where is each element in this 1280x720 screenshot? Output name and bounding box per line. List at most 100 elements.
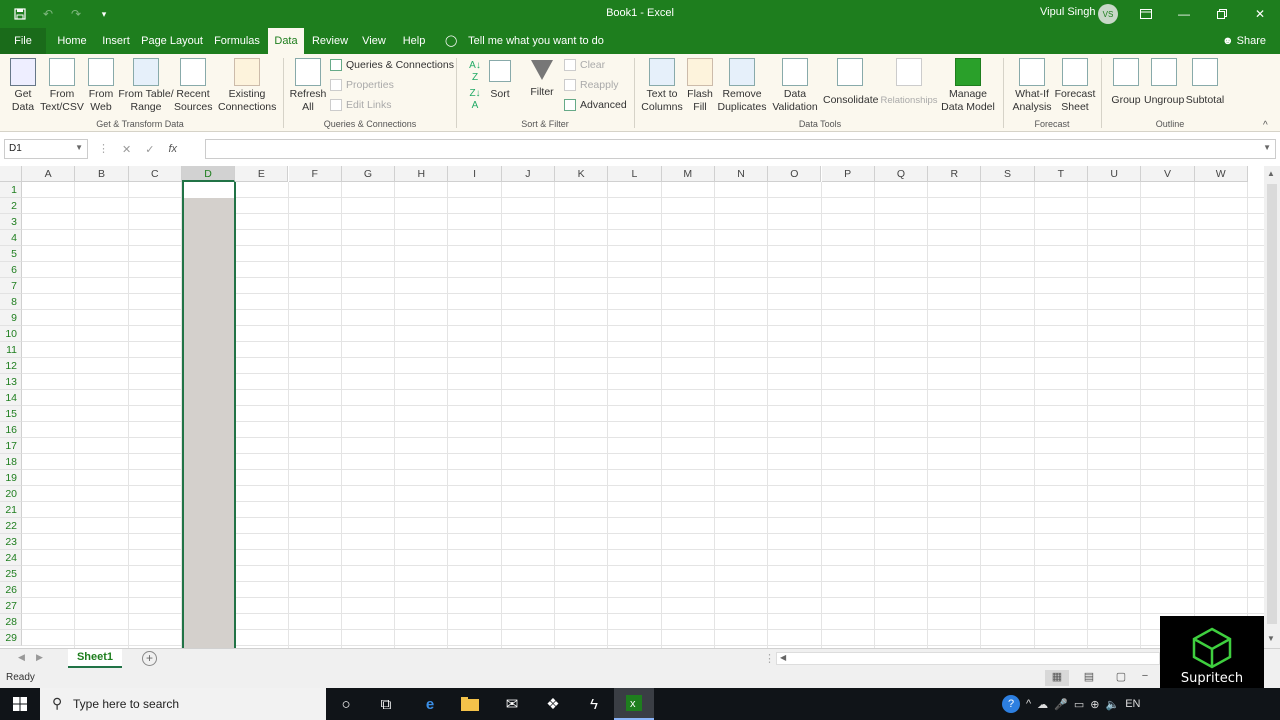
advanced-button[interactable]: Advanced [564,96,627,114]
windows-start-icon[interactable] [0,688,40,720]
collapse-ribbon-icon[interactable]: ^ [1263,120,1268,131]
normal-view-icon[interactable]: ▦ [1045,670,1069,686]
tab-data[interactable]: Data [268,28,304,54]
column-header-u[interactable]: U [1088,166,1142,182]
row-header-14[interactable]: 14 [0,390,22,406]
column-header-a[interactable]: A [22,166,76,182]
reapply-button[interactable]: Reapply [564,76,619,94]
column-header-w[interactable]: W [1194,166,1248,182]
row-header-26[interactable]: 26 [0,582,22,598]
sort-za-icon[interactable]: Z↓ A [465,88,485,112]
page-break-view-icon[interactable]: ▢ [1109,670,1133,686]
vertical-scrollbar[interactable]: ▲ ▼ [1264,166,1280,648]
prev-sheet-icon[interactable]: ◀ [18,652,25,663]
select-all-button[interactable] [0,166,22,182]
insert-function-icon[interactable]: fx [168,143,177,155]
row-header-23[interactable]: 23 [0,534,22,550]
microphone-icon[interactable]: 🎤 [1054,698,1068,711]
from-web-button[interactable]: From Web [86,54,116,114]
data-validation-button[interactable]: Data Validation [768,54,822,114]
row-header-3[interactable]: 3 [0,214,22,230]
column-header-j[interactable]: J [501,166,555,182]
flash-fill-button[interactable]: Flash Fill [686,54,714,114]
show-hidden-icons-icon[interactable]: ^ [1026,698,1031,710]
row-header-19[interactable]: 19 [0,470,22,486]
row-header-6[interactable]: 6 [0,262,22,278]
sort-az-icon[interactable]: A↓ Z [465,60,485,84]
column-header-n[interactable]: N [714,166,769,182]
scroll-up-icon[interactable]: ▲ [1267,169,1275,178]
excel-taskbar-icon[interactable]: x [614,688,654,720]
row-header-12[interactable]: 12 [0,358,22,374]
tell-me-search[interactable]: ◯ Tell me what you want to do [445,28,604,54]
tab-insert[interactable]: Insert [98,28,134,54]
cancel-icon[interactable]: ✕ [122,143,131,156]
properties-button[interactable]: Properties [330,76,394,94]
sort-button[interactable]: Sort [486,54,514,101]
expand-formula-bar-icon[interactable]: ▼ [1263,143,1271,152]
task-view-icon[interactable]: ⧉ [366,688,406,720]
row-header-25[interactable]: 25 [0,566,22,582]
minimize-icon[interactable]: — [1165,0,1203,28]
column-header-o[interactable]: O [768,166,822,182]
restore-icon[interactable] [1203,0,1241,28]
worksheet-grid[interactable]: ABCDEFGHIJKLMNOPQRSTUVW 1 2 3 4 5 6 7 8 9 10 11 12 1… [0,166,1264,648]
formula-input[interactable]: ▼ [205,139,1276,159]
add-sheet-icon[interactable]: + [142,651,157,666]
sheet-tab-sheet1[interactable]: Sheet1 [68,649,122,668]
next-sheet-icon[interactable]: ▶ [36,652,43,663]
edge-icon[interactable]: e [410,688,450,720]
zoom-out-icon[interactable]: − [1133,670,1157,686]
name-box[interactable]: D1 ▼ [4,139,88,159]
column-header-d[interactable]: D [181,166,236,182]
row-header-16[interactable]: 16 [0,422,22,438]
row-header-13[interactable]: 13 [0,374,22,390]
tab-file[interactable]: File [0,28,46,54]
row-header-10[interactable]: 10 [0,326,22,342]
what-if-analysis-button[interactable]: What-If Analysis [1008,54,1056,114]
row-header-4[interactable]: 4 [0,230,22,246]
forecast-sheet-button[interactable]: Forecast Sheet [1054,54,1096,114]
row-header-9[interactable]: 9 [0,310,22,326]
from-table-range-button[interactable]: From Table/ Range [118,54,174,114]
row-header-28[interactable]: 28 [0,614,22,630]
row-header-29[interactable]: 29 [0,630,22,646]
close-icon[interactable]: ✕ [1241,0,1279,28]
row-header-21[interactable]: 21 [0,502,22,518]
row-header-5[interactable]: 5 [0,246,22,262]
scroll-down-icon[interactable]: ▼ [1267,634,1275,643]
selected-column-range[interactable] [182,182,236,648]
from-text-csv-button[interactable]: From Text/CSV [40,54,84,114]
subtotal-button[interactable]: Subtotal [1184,54,1226,107]
row-header-17[interactable]: 17 [0,438,22,454]
share-button[interactable]: ☻ Share [1222,28,1266,54]
taskbar-search[interactable]: ⚲ Type here to search [40,688,326,720]
horizontal-scrollbar[interactable]: ◀ [776,652,1160,665]
help-icon[interactable]: ? [1002,695,1020,713]
consolidate-button[interactable]: Consolidate [823,54,878,107]
row-header-11[interactable]: 11 [0,342,22,358]
filter-button[interactable]: Filter [527,54,557,99]
cortana-icon[interactable]: ○ [326,688,366,720]
row-header-27[interactable]: 27 [0,598,22,614]
tab-review[interactable]: Review [310,28,350,54]
text-to-columns-button[interactable]: Text to Columns [640,54,684,114]
row-header-24[interactable]: 24 [0,550,22,566]
tab-split-grip-icon[interactable]: ⋮ [764,652,775,665]
column-header-t[interactable]: T [1034,166,1088,182]
row-header-15[interactable]: 15 [0,406,22,422]
manage-data-model-button[interactable]: Manage Data Model [941,54,995,114]
refresh-all-button[interactable]: Refresh All [289,54,327,114]
battery-icon[interactable]: ▭ [1074,698,1084,711]
mail-icon[interactable]: ✉ [492,688,532,720]
row-header-20[interactable]: 20 [0,486,22,502]
column-header-l[interactable]: L [608,166,662,182]
existing-connections-button[interactable]: Existing Connections [218,54,276,114]
enter-icon[interactable]: ✓ [145,143,154,156]
column-header-r[interactable]: R [928,166,982,182]
group-button[interactable]: Group [1108,54,1144,107]
row-header-1[interactable]: 1 [0,182,22,198]
recent-sources-button[interactable]: Recent Sources [174,54,213,114]
clear-button[interactable]: Clear [564,56,605,74]
row-header-7[interactable]: 7 [0,278,22,294]
